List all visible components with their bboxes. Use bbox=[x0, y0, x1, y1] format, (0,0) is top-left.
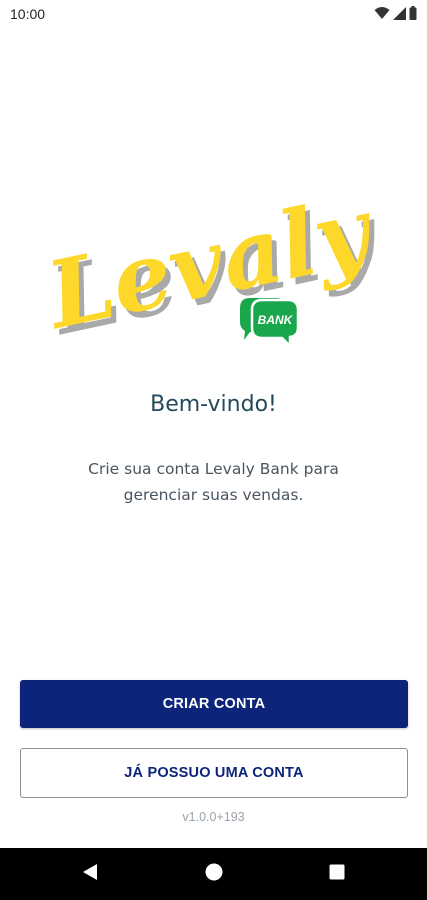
battery-icon bbox=[409, 6, 417, 20]
levaly-bank-logo: Levaly Levaly BANK bbox=[50, 190, 380, 355]
signal-icon bbox=[393, 6, 406, 20]
bank-badge-label: BANK bbox=[258, 313, 294, 327]
back-icon bbox=[82, 863, 98, 886]
welcome-title: Bem-vindo! bbox=[150, 392, 277, 417]
home-icon bbox=[205, 863, 223, 886]
logo-wordmark: Levaly bbox=[50, 190, 380, 350]
nav-recents-button[interactable] bbox=[307, 848, 367, 900]
status-icons bbox=[374, 6, 417, 20]
system-nav-bar bbox=[0, 848, 427, 900]
welcome-screen: 10:00 Levaly Levaly BANK Bem-vindo! Crie… bbox=[0, 0, 427, 900]
nav-home-button[interactable] bbox=[184, 848, 244, 900]
app-version: v1.0.0+193 bbox=[182, 810, 245, 824]
wifi-icon bbox=[374, 6, 390, 20]
login-label: JÁ POSSUO UMA CONTA bbox=[124, 765, 304, 781]
welcome-subtitle: Crie sua conta Levaly Bank para gerencia… bbox=[88, 460, 339, 504]
create-account-button[interactable]: CRIAR CONTA bbox=[20, 680, 408, 728]
status-bar: 10:00 bbox=[0, 0, 427, 30]
status-time: 10:00 bbox=[10, 6, 46, 22]
bank-badge: BANK bbox=[240, 298, 300, 350]
create-account-label: CRIAR CONTA bbox=[162, 696, 266, 712]
nav-back-button[interactable] bbox=[60, 848, 120, 900]
login-button[interactable]: JÁ POSSUO UMA CONTA bbox=[20, 748, 408, 798]
recents-icon bbox=[329, 864, 345, 885]
